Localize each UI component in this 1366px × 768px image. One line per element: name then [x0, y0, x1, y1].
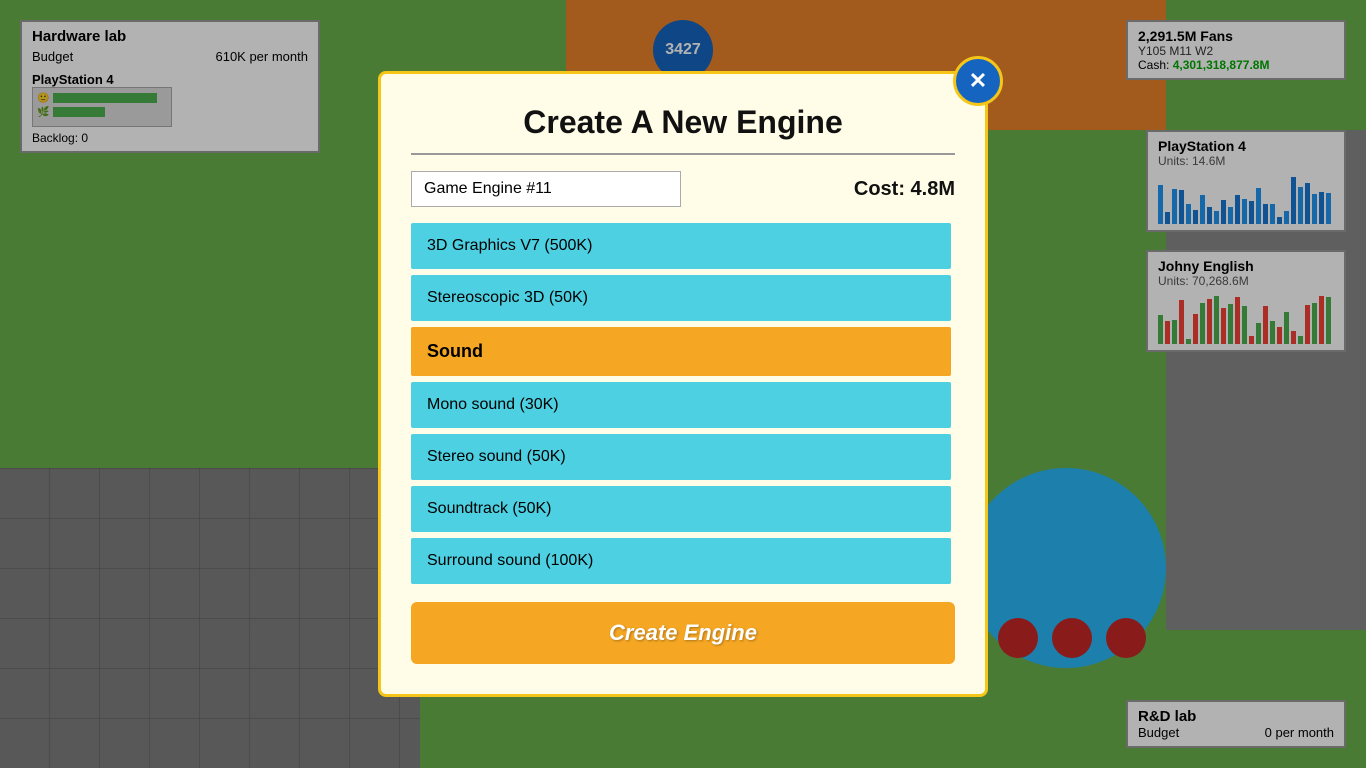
modal-divider [411, 153, 955, 155]
close-icon: ✕ [969, 68, 987, 94]
create-engine-modal: ✕ Create A New Engine Cost: 4.8M 3D Grap… [378, 71, 988, 697]
feature-item[interactable]: Stereoscopic 3D (50K) [411, 275, 951, 321]
modal-close-button[interactable]: ✕ [953, 56, 1003, 106]
modal-overlay: ✕ Create A New Engine Cost: 4.8M 3D Grap… [0, 0, 1366, 768]
features-container: 3D Graphics V7 (500K) Stereoscopic 3D (50… [411, 223, 955, 584]
feature-item[interactable]: 3D Graphics V7 (500K) [411, 223, 951, 269]
feature-item[interactable]: Mono sound (30K) [411, 382, 951, 428]
features-list[interactable]: 3D Graphics V7 (500K) Stereoscopic 3D (50… [411, 223, 955, 584]
feature-item[interactable]: Surround sound (100K) [411, 538, 951, 584]
feature-item[interactable]: Stereo sound (50K) [411, 434, 951, 480]
engine-name-row: Cost: 4.8M [411, 171, 955, 207]
feature-item[interactable]: Soundtrack (50K) [411, 486, 951, 532]
engine-name-input[interactable] [411, 171, 681, 207]
feature-category: Sound [411, 327, 951, 376]
modal-title: Create A New Engine [411, 104, 955, 141]
create-engine-button[interactable]: Create Engine [411, 602, 955, 664]
engine-cost: Cost: 4.8M [854, 178, 955, 201]
